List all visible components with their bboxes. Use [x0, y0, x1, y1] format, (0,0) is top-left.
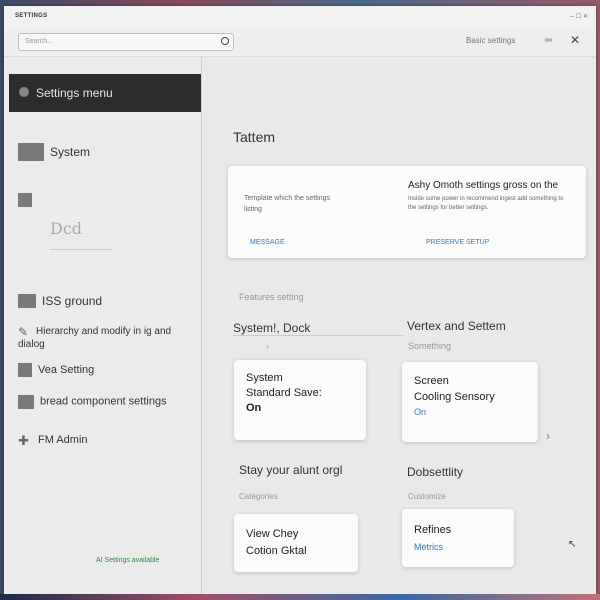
feature-right-description: Inside some power in recommend ingest ad… — [408, 196, 564, 211]
features-section-label: Features setting — [239, 292, 304, 302]
sidebar-item-label: Hierarchy and modify in ig and dialog — [18, 326, 172, 351]
toggle-on-link[interactable]: On — [414, 407, 426, 417]
customize-label: Customize — [408, 492, 446, 501]
feature-left-subtitle: listing — [244, 206, 262, 213]
feature-right-title: Ashy Omoth settings gross on the — [408, 180, 559, 191]
section-title-vertex: Vertex and Settem — [407, 319, 506, 333]
sidebar-item-hierarchy[interactable]: ✎ Hierarchy and modify in ig and dialog — [18, 325, 188, 351]
sidebar-item-label: ISS ground — [42, 293, 103, 308]
toolbar: Basic settings ═ ✕ — [4, 28, 596, 57]
sidebar-item-fm-admin[interactable]: ✚ FM Admin — [18, 433, 88, 448]
square-icon — [18, 192, 32, 207]
system-save-card[interactable]: System Standard Save: On — [234, 360, 366, 440]
sidebar: Settings menu System Dcd ISS ground ✎ Hie… — [4, 57, 202, 594]
ai-status-label: AI Settings available — [96, 557, 160, 564]
sidebar-item-iss-ground[interactable]: ISS ground — [18, 293, 102, 308]
view-cheat-card[interactable]: View Chey Cotion Gktal — [234, 514, 358, 572]
mouse-cursor-icon: ↖ — [568, 539, 577, 550]
basic-settings-link[interactable]: Basic settings — [466, 36, 515, 45]
wrench-icon[interactable]: ✕ — [570, 33, 580, 47]
sidebar-item-blank[interactable] — [18, 192, 38, 207]
main-content: Tattem Template which the settings listi… — [202, 57, 596, 594]
feature-card: Template which the settings listing Ashy… — [228, 166, 586, 258]
section-marker: › — [266, 341, 269, 351]
section-title-stay-your: Stay your alunt orgl — [239, 463, 343, 477]
pencil-icon: ✎ — [18, 324, 29, 339]
sidebar-header[interactable]: Settings menu — [9, 74, 201, 112]
taskbar-stripe — [0, 594, 600, 600]
settings-window: SETTINGS ─ ☐ ✕ Basic settings ═ ✕ Settin… — [4, 6, 596, 594]
card-subtitle: Cooling Sensory — [414, 391, 495, 403]
card-title: View Chey — [246, 528, 299, 540]
sidebar-item-bread-component[interactable]: bread component settings — [18, 395, 178, 409]
card-title: System — [246, 372, 283, 384]
card-subtitle: Cotion Gktal — [246, 545, 307, 557]
message-link[interactable]: MESSAGE — [250, 239, 285, 246]
monitor-icon — [18, 143, 44, 161]
title-bar: SETTINGS ─ ☐ ✕ — [4, 6, 596, 28]
preserve-setup-link[interactable]: PRESERVE SETUP — [426, 239, 489, 246]
search-icon[interactable] — [221, 37, 229, 45]
card-subtitle: Standard Save: — [246, 387, 322, 399]
cooling-sensory-card[interactable]: Screen Cooling Sensory On — [402, 362, 538, 442]
section-title-system-dock: System!, Dock — [233, 321, 311, 335]
metrics-link[interactable]: Metrics — [414, 542, 443, 552]
calendar-icon — [18, 395, 34, 409]
sidebar-item-vea-setting[interactable]: Vea Setting — [18, 363, 94, 377]
search-input[interactable] — [25, 36, 205, 47]
shield-icon — [18, 363, 32, 377]
sidebar-item-label: FM Admin — [38, 434, 88, 446]
categories-label: Categories — [239, 492, 278, 501]
toggle-on-label[interactable]: On — [246, 402, 261, 414]
settings-circle-icon — [19, 87, 29, 97]
card-title: Screen — [414, 375, 449, 387]
search-box — [18, 33, 234, 51]
sidebar-item-label: bread component settings — [40, 395, 167, 408]
app-title: SETTINGS — [15, 13, 48, 19]
card-title: Refines — [414, 524, 452, 536]
refines-card[interactable]: Refines Metrics — [402, 509, 514, 567]
chevron-right-icon[interactable]: › — [546, 429, 550, 443]
section-title-dobsettlity: Dobsettlity — [407, 465, 464, 479]
sidebar-item-label: Vea Setting — [38, 364, 95, 376]
storage-icon — [18, 293, 36, 308]
feature-left-title: Template which the settings — [244, 195, 330, 202]
sidebar-item-system[interactable]: System — [18, 143, 90, 161]
divider — [233, 335, 403, 336]
window-controls[interactable]: ─ ☐ ✕ — [570, 13, 588, 20]
hamburger-icon[interactable]: ═ — [545, 36, 552, 46]
sidebar-item-label: System — [50, 145, 91, 159]
page-title: Tattem — [233, 129, 276, 145]
puzzle-icon: ✚ — [18, 433, 29, 448]
section-subtitle-something: Something — [408, 341, 452, 351]
sidebar-header-label: Settings menu — [36, 86, 113, 100]
sidebar-thumbnail: Dcd — [50, 219, 112, 250]
